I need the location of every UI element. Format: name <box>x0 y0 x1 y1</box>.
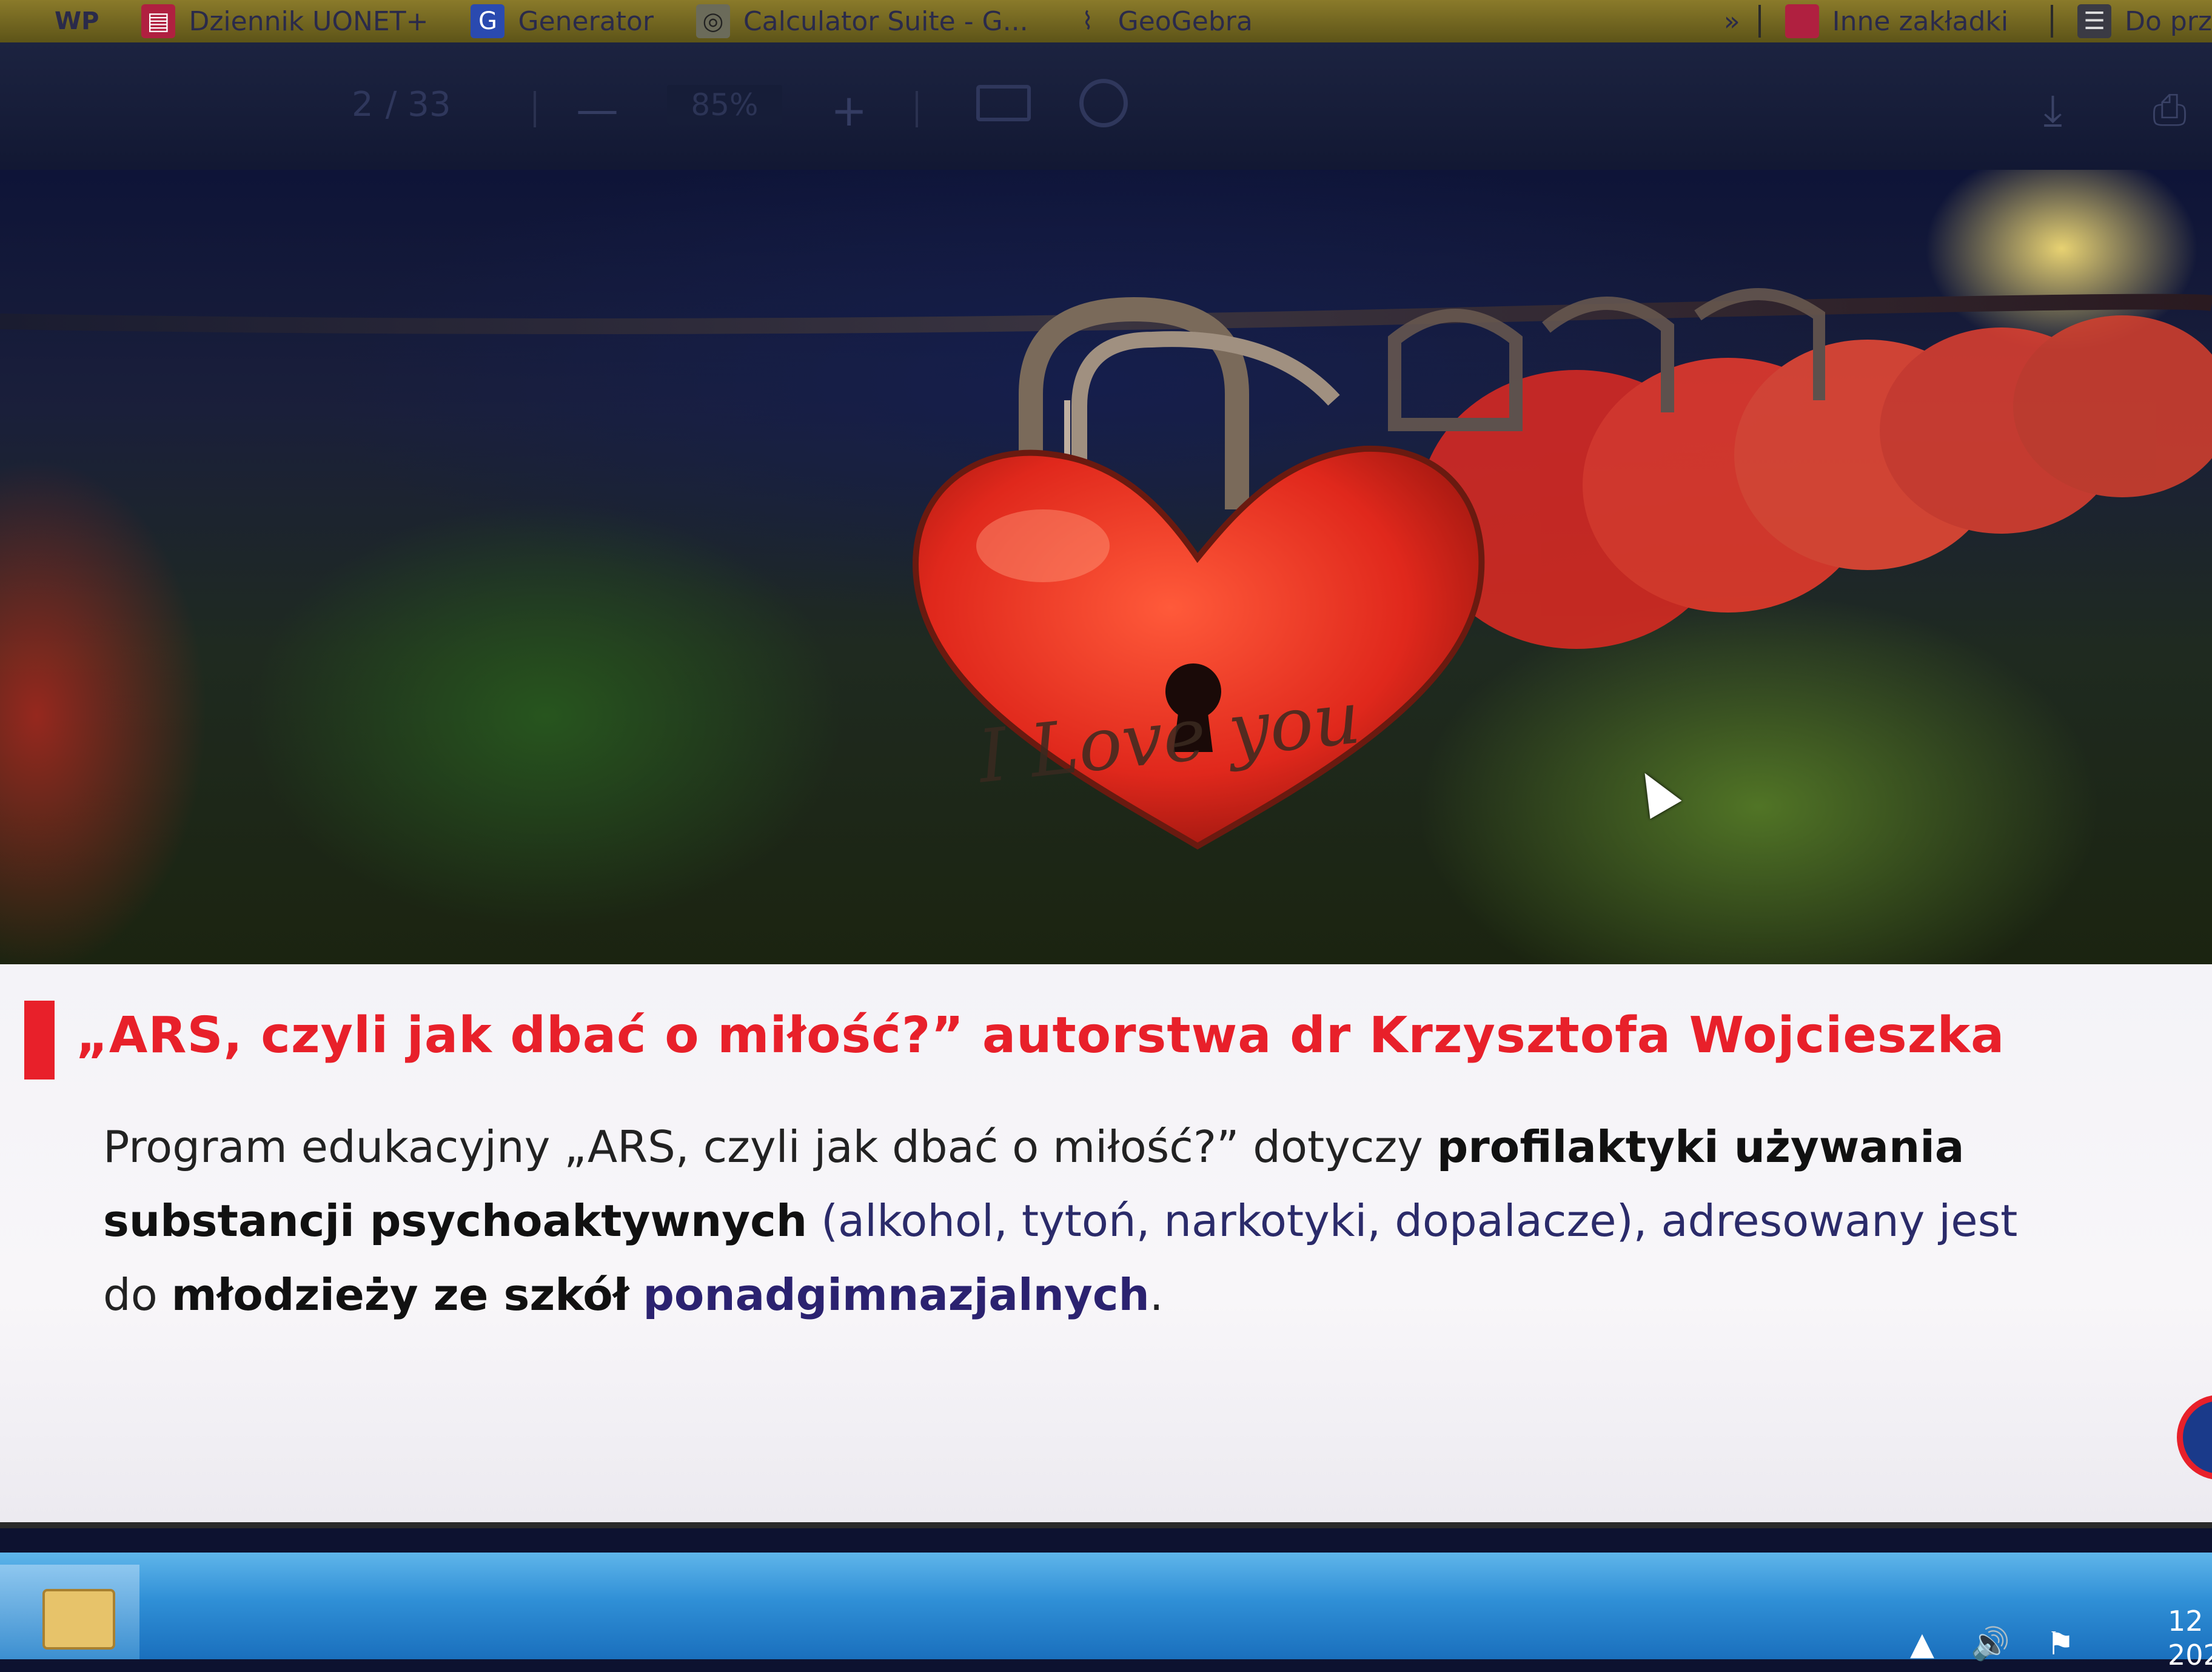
page-bottom-border <box>0 1522 2212 1528</box>
slide-photo-love-locks: I Love you <box>0 170 2212 970</box>
book-icon: ▤ <box>141 4 176 38</box>
love-lock-illustration: I Love you <box>0 288 2212 850</box>
zoom-value: 85% <box>691 87 759 123</box>
body-bold: młodzieży ze szkół <box>171 1269 629 1320</box>
volume-icon[interactable]: 🔊 <box>1971 1625 2010 1662</box>
body-text: . <box>1149 1269 1164 1320</box>
clock[interactable]: 12 2021 <box>2168 1604 2212 1672</box>
other-bookmarks-button[interactable]: Inne zakładki <box>1785 4 2008 38</box>
bookmark-calculator-suite[interactable]: ◎ Calculator Suite - G... <box>695 4 1028 38</box>
wp-icon: WP <box>55 7 99 35</box>
background-locks <box>1388 288 2212 649</box>
pdf-toolbar: 2 / 33 — 85% + ⤓ ⎙ <box>0 42 2212 170</box>
body-text: Program edukacyjny „ARS, czyli jak dbać … <box>103 1121 1437 1172</box>
rotate-icon[interactable] <box>1079 79 1128 127</box>
bookmark-dziennik[interactable]: ▤ Dziennik UONET+ <box>141 4 428 38</box>
bookmark-label: Dziennik UONET+ <box>189 5 429 37</box>
zoom-input[interactable]: 85% <box>667 85 782 125</box>
geogebra-icon: ⌇ <box>1081 7 1094 35</box>
download-glyph: ⤓ <box>2043 85 2062 135</box>
clock-time: 12 <box>2168 1605 2204 1637</box>
bookmark-label: Calculator Suite - G... <box>743 5 1028 37</box>
bookmark-label: Generator <box>518 5 654 37</box>
reading-list-button[interactable]: ☰ Do prz <box>2077 4 2212 38</box>
download-icon[interactable]: ⤓ <box>2043 85 2062 135</box>
show-hidden-icons-icon[interactable]: ▲ <box>1910 1626 1934 1662</box>
system-tray: ▲ 🔊 ⚑ <box>1910 1625 2075 1663</box>
fit-to-page-icon[interactable] <box>976 85 1031 121</box>
bookmarks-more-button[interactable]: » <box>1724 6 1740 37</box>
reading-list-label: Do prz <box>2125 5 2212 37</box>
page-indicator[interactable]: 2 / 33 <box>352 85 451 124</box>
body-text: (alkohol, tytoń, narkotyki, dopalacze), … <box>807 1195 2018 1246</box>
chevron-double-right-icon: » <box>1723 5 1740 37</box>
plus-icon: + <box>831 85 868 136</box>
taskbar <box>0 1553 2212 1659</box>
title-accent-bar <box>24 1001 55 1079</box>
bookmarks-separator <box>1758 5 1761 38</box>
clock-date: 2021 <box>2168 1639 2212 1671</box>
body-text: do <box>103 1269 172 1320</box>
geogebra-icon: ◎ <box>695 4 730 38</box>
toolbar-divider <box>916 91 918 127</box>
body-bold: substancji psychoaktywnych <box>103 1195 808 1246</box>
file-explorer-icon[interactable] <box>42 1589 115 1650</box>
minus-icon: — <box>576 85 618 135</box>
google-icon: G <box>471 4 505 38</box>
slide-text-area: „ARS, czyli jak dbać o miłość?” autorstw… <box>0 964 2212 1522</box>
bookmark-geogebra[interactable]: ⌇ GeoGebra <box>1071 4 1253 38</box>
bookmarks-separator <box>2051 5 2054 38</box>
folder-icon <box>1785 4 1819 38</box>
bookmark-generator[interactable]: G Generator <box>471 4 654 38</box>
reading-list-icon: ☰ <box>2077 4 2112 38</box>
page-current-input[interactable]: 2 <box>352 85 374 124</box>
action-center-flag-icon[interactable]: ⚑ <box>2046 1626 2075 1662</box>
page-total: / 33 <box>385 85 451 124</box>
zoom-in-button[interactable]: + <box>831 85 867 136</box>
print-glyph: ⎙ <box>2153 85 2187 135</box>
other-bookmarks-label: Inne zakładki <box>1832 5 2009 37</box>
bookmarks-bar: WP ▤ Dziennik UONET+ G Generator ◎ Calcu… <box>0 0 2212 42</box>
pdf-page: I Love you „ARS, czyli jak dbać o miłość… <box>0 170 2212 1522</box>
body-bold: profilaktyki używania <box>1436 1121 1965 1172</box>
body-bold: ponadgimnazjalnych <box>643 1269 1150 1320</box>
toolbar-divider <box>534 91 536 127</box>
print-icon[interactable]: ⎙ <box>2153 85 2187 135</box>
bookmark-wp[interactable]: WP <box>55 4 99 38</box>
bookmark-label: GeoGebra <box>1118 5 1253 37</box>
slide-title: „ARS, czyli jak dbać o miłość?” autorstw… <box>76 1007 2005 1064</box>
zoom-out-button[interactable]: — <box>576 85 618 135</box>
slide-body-text: Program edukacyjny „ARS, czyli jak dbać … <box>103 1110 2201 1332</box>
